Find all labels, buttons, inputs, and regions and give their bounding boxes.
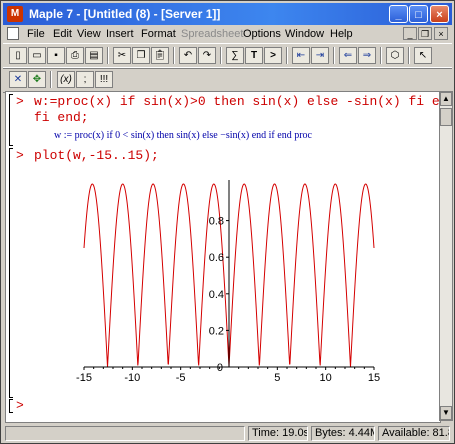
open-file-icon[interactable]: ▭: [28, 47, 46, 64]
x-tick-label: -10: [124, 372, 140, 384]
text-icon[interactable]: T: [245, 47, 263, 64]
menu-bar: File Edit View Insert Format Spreadsheet…: [3, 25, 452, 43]
menu-file[interactable]: File: [27, 28, 45, 40]
maple-app-icon: M: [7, 6, 23, 22]
status-bytes: Bytes: 4.44M: [311, 426, 375, 441]
menu-spreadsheet: Spreadsheet: [181, 28, 244, 40]
prompt-icon[interactable]: >: [264, 47, 282, 64]
doc-minimize-button[interactable]: _: [403, 27, 417, 40]
execution-group-bracket[interactable]: [9, 148, 13, 398]
maple-window: M Maple 7 - [Untitled (8) - [Server 1]] …: [0, 0, 455, 444]
worksheet[interactable]: > w:=proc(x) if sin(x)>0 then sin(x) els…: [5, 91, 441, 423]
status-message: [5, 426, 245, 441]
input-line-2[interactable]: fi end;: [34, 110, 89, 125]
window-title: Maple 7 - [Untitled (8) - [Server 1]]: [29, 7, 221, 21]
toolbar-separator: [173, 47, 175, 64]
menu-edit[interactable]: Edit: [53, 28, 72, 40]
x-tick-label: -5: [176, 372, 186, 384]
menu-format[interactable]: Format: [141, 28, 176, 40]
outdent-icon[interactable]: ⇤: [292, 47, 310, 64]
execution-group-bracket[interactable]: [9, 399, 13, 413]
y-tick-label: 0.2: [209, 325, 224, 337]
math-input-icon[interactable]: ✕: [9, 71, 27, 88]
maple-leaf-icon[interactable]: ✥: [28, 71, 46, 88]
save-icon[interactable]: ▪: [47, 47, 65, 64]
main-toolbar: ▯ ▭ ▪ ⎙ ▤ ✂ ❐ 📋︎ ↶ ↷ ∑ T > ⇤ ⇥ ⇐ ⇒ ⬡ ↖: [3, 43, 452, 69]
title-bar[interactable]: M Maple 7 - [Untitled (8) - [Server 1]] …: [3, 3, 452, 25]
help-pointer-icon[interactable]: ↖: [414, 47, 432, 64]
expression-button[interactable]: (x): [57, 71, 75, 88]
input-line-plot[interactable]: plot(w,-15..15);: [34, 148, 159, 163]
scroll-up-icon[interactable]: ▲: [440, 92, 452, 106]
doc-close-button[interactable]: ×: [434, 27, 448, 40]
toolbar-separator: [408, 47, 410, 64]
y-tick-label: 0.4: [209, 289, 224, 301]
y-tick-label: 0.6: [209, 252, 224, 264]
sum-icon[interactable]: ∑: [226, 47, 244, 64]
cut-icon[interactable]: ✂: [113, 47, 131, 64]
stop-icon[interactable]: ⬡: [386, 47, 404, 64]
x-tick-label: -15: [76, 372, 92, 384]
y-tick-label: 0.8: [209, 216, 224, 228]
minimize-button[interactable]: _: [389, 5, 408, 23]
close-button[interactable]: ×: [430, 5, 449, 23]
status-bar: Time: 19.0s Bytes: 4.44M Available: 81.8…: [3, 424, 452, 442]
execution-group-bracket[interactable]: [9, 94, 13, 146]
toolbar-separator: [380, 47, 382, 64]
scroll-thumb[interactable]: [440, 108, 452, 126]
print-preview-icon[interactable]: ▤: [85, 47, 103, 64]
indent-icon[interactable]: ⇥: [311, 47, 329, 64]
input-line-1[interactable]: w:=proc(x) if sin(x)>0 then sin(x) else …: [34, 94, 440, 109]
menu-insert[interactable]: Insert: [106, 28, 134, 40]
vertical-scrollbar[interactable]: ▲ ▼: [439, 91, 453, 421]
menu-help[interactable]: Help: [330, 28, 353, 40]
back-icon[interactable]: ⇐: [339, 47, 357, 64]
doc-restore-button[interactable]: ❐: [418, 27, 432, 40]
toolbar-separator: [107, 47, 109, 64]
x-tick-label: 5: [274, 372, 280, 384]
x-tick-label: 10: [320, 372, 332, 384]
redo-icon[interactable]: ↷: [198, 47, 216, 64]
undo-icon[interactable]: ↶: [179, 47, 197, 64]
paste-icon[interactable]: 📋︎: [151, 47, 169, 64]
status-available: Available: 81.8M: [378, 426, 450, 441]
input-prompt: >: [16, 94, 24, 109]
input-prompt: >: [16, 398, 24, 413]
toolbar-separator: [50, 71, 52, 88]
print-icon[interactable]: ⎙: [66, 47, 84, 64]
new-file-icon[interactable]: ▯: [9, 47, 27, 64]
menu-window[interactable]: Window: [285, 28, 324, 40]
menu-view[interactable]: View: [77, 28, 101, 40]
toolbar-separator: [286, 47, 288, 64]
menu-options[interactable]: Options: [243, 28, 281, 40]
toolbar-separator: [333, 47, 335, 64]
semicolon-button[interactable]: ;: [76, 71, 94, 88]
plot-region[interactable]: -15 -10 -5 5 10 15 0 0.2 0.4 0.6 0.8: [52, 172, 392, 395]
scroll-down-icon[interactable]: ▼: [440, 406, 452, 420]
input-prompt: >: [16, 148, 24, 163]
execute-all-button[interactable]: !!!: [95, 71, 113, 88]
x-tick-label: 15: [368, 372, 380, 384]
plot-svg: -15 -10 -5 5 10 15 0 0.2 0.4 0.6 0.8: [76, 180, 380, 384]
maximize-button[interactable]: □: [409, 5, 428, 23]
forward-icon[interactable]: ⇒: [358, 47, 376, 64]
toolbar-separator: [220, 47, 222, 64]
status-time: Time: 19.0s: [248, 426, 308, 441]
output-line-1: w := proc(x) if 0 < sin(x) then sin(x) e…: [54, 130, 312, 141]
document-icon[interactable]: [7, 27, 19, 40]
copy-icon[interactable]: ❐: [132, 47, 150, 64]
origin-label: 0: [217, 362, 223, 374]
context-toolbar: ✕ ✥ (x) ; !!!: [3, 67, 452, 93]
